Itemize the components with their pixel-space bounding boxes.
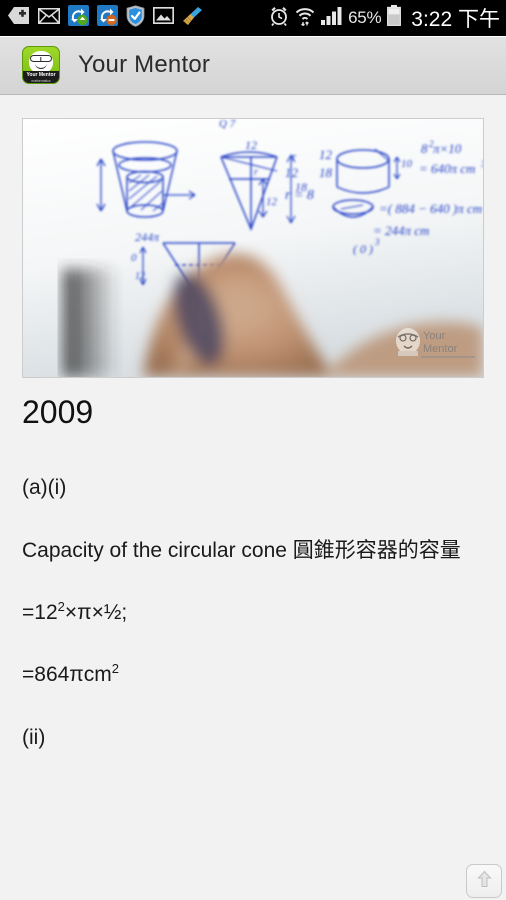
svg-text:Q 7: Q 7 <box>219 119 236 130</box>
svg-text:r = 8: r = 8 <box>285 188 314 203</box>
wifi-icon <box>295 6 315 31</box>
svg-text:12: 12 <box>135 271 145 282</box>
email-icon <box>37 7 61 29</box>
svg-text:= 244π cm: = 244π cm <box>373 223 429 238</box>
svg-text:3: 3 <box>480 159 483 169</box>
svg-text:=( 884 − 640 )π cm: =( 884 − 640 )π cm <box>379 201 482 216</box>
video-thumbnail[interactable]: 12 r 12 18 Q 7 r 12 12 18 r = 8 10 8 2 π… <box>22 118 484 378</box>
svg-text:π×10: π×10 <box>433 141 462 156</box>
status-bar-left-icons <box>8 4 262 32</box>
app-icon-band: Your Mentor mathematics <box>23 71 59 83</box>
svg-text:10: 10 <box>401 158 413 170</box>
svg-text:3: 3 <box>374 237 380 247</box>
svg-text:8: 8 <box>421 141 428 156</box>
svg-text:12: 12 <box>245 138 257 152</box>
svg-text:12: 12 <box>319 147 333 162</box>
picture-icon <box>152 6 175 29</box>
signal-bars-icon <box>321 6 342 30</box>
app-icon-band-sub: mathematics <box>31 78 51 83</box>
app-title: Your Mentor <box>78 51 211 78</box>
svg-text:r: r <box>254 167 258 178</box>
capacity-paragraph: Capacity of the circular cone 圓錐形容器的容量 <box>22 538 461 562</box>
formula-1-suffix: ×π×½; <box>64 600 128 624</box>
formula-2-prefix: =864πcm <box>22 663 112 687</box>
svg-text:244π: 244π <box>135 230 160 244</box>
part-label-a-i: (a)(i) <box>22 476 67 500</box>
arrow-up-icon <box>476 870 492 893</box>
whiteboard-image: 12 r 12 18 Q 7 r 12 12 18 r = 8 10 8 2 π… <box>23 119 483 377</box>
formula-1-prefix: =12 <box>22 600 58 624</box>
article-body: 2009 (a)(i) Capacity of the circular con… <box>0 394 506 786</box>
battery-percent-label: 65% <box>348 8 382 27</box>
scroll-to-top-button[interactable] <box>466 864 502 898</box>
formula-line-1: =122×π×½; <box>22 599 484 627</box>
svg-text:12: 12 <box>285 165 299 180</box>
status-bar[interactable]: 65% 3:22 下午 <box>0 0 506 36</box>
broom-clean-icon <box>182 6 204 31</box>
year-heading: 2009 <box>22 394 94 430</box>
svg-text:12: 12 <box>266 196 278 208</box>
add-tag-icon <box>8 7 30 29</box>
svg-text:( 0 ): ( 0 ) <box>353 242 373 256</box>
svg-text:Your: Your <box>423 330 446 342</box>
status-bar-clock: 3:22 下午 <box>411 8 500 31</box>
part-label-ii: (ii) <box>22 725 46 749</box>
svg-text:= 640π cm: = 640π cm <box>419 161 475 176</box>
content-scroll-area[interactable]: 12 r 12 18 Q 7 r 12 12 18 r = 8 10 8 2 π… <box>0 95 506 900</box>
formula-1-exponent: 2 <box>57 598 65 614</box>
alarm-clock-icon <box>269 6 289 31</box>
status-bar-right-icons: 65% 3:22 下午 <box>269 3 500 33</box>
battery-icon <box>387 5 402 31</box>
app-icon-band-label: Your Mentor <box>26 71 56 78</box>
formula-line-2: =864πcm2 <box>22 661 484 689</box>
shield-check-icon <box>126 4 145 32</box>
svg-text:18: 18 <box>319 165 333 180</box>
app-icon[interactable]: Your Mentor mathematics <box>22 46 60 84</box>
sync-upload-icon <box>68 5 89 31</box>
formula-2-exponent: 2 <box>111 661 120 677</box>
svg-text:Mentor: Mentor <box>423 343 458 355</box>
sync-blocked-icon <box>97 5 118 31</box>
action-bar[interactable]: Your Mentor mathematics Your Mentor <box>0 36 506 95</box>
app-icon-glasses <box>30 55 52 62</box>
svg-text:0: 0 <box>131 252 137 264</box>
